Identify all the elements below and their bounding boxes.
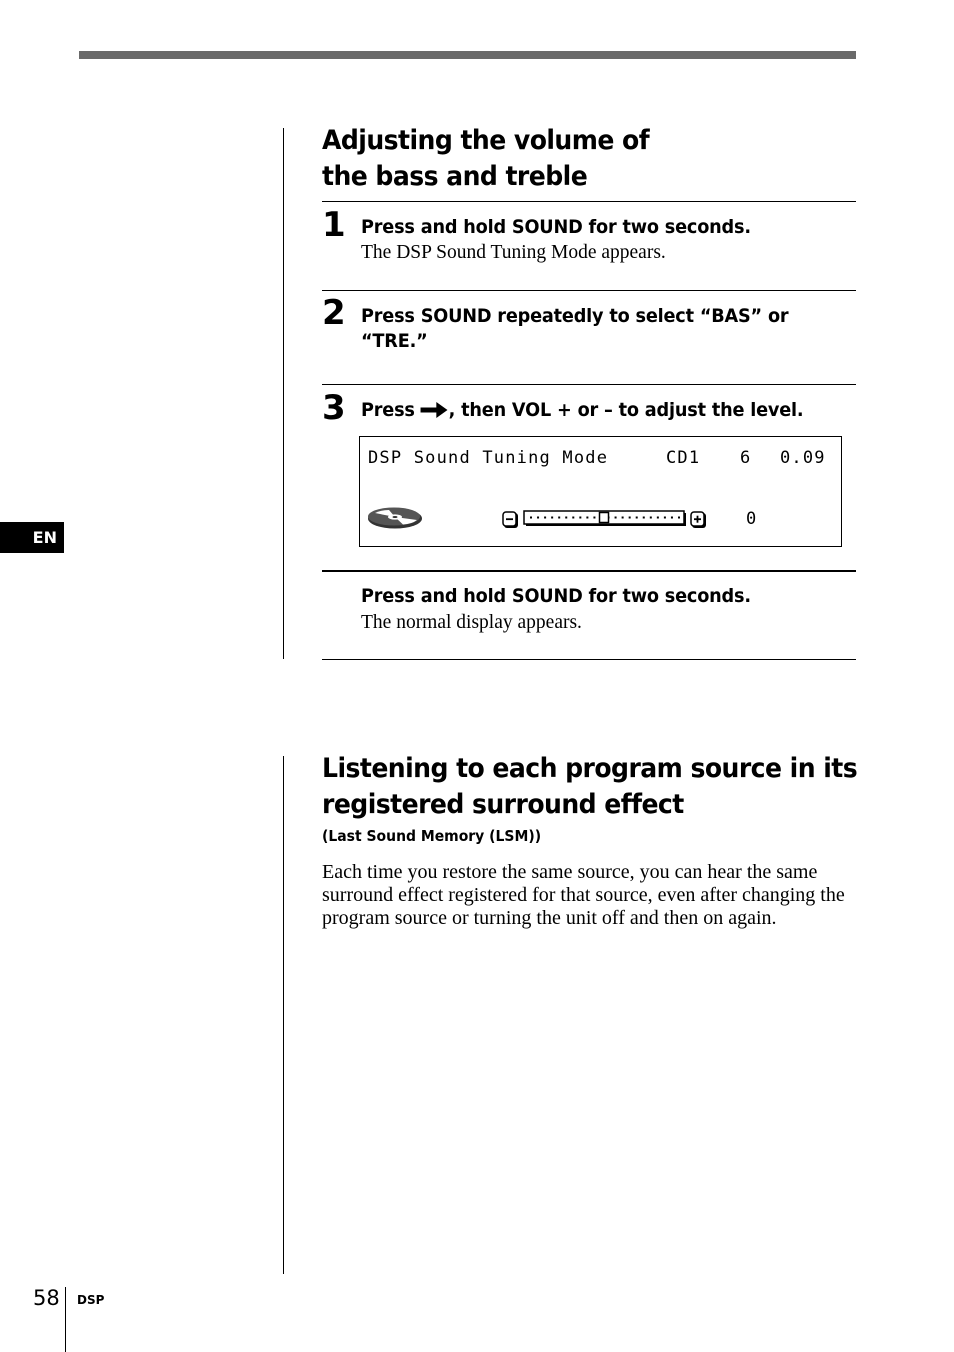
header-bar	[79, 51, 856, 59]
section-title-line-1: Listening to each program source in its	[322, 753, 858, 784]
slider-tick	[656, 516, 659, 519]
minus-icon	[502, 511, 518, 528]
display-level-value: 0	[746, 509, 758, 529]
slider-tick	[621, 516, 624, 519]
language-tab: EN	[0, 522, 64, 553]
footer-section-name: DSP	[77, 1293, 105, 1307]
level-slider	[502, 510, 706, 528]
slider-tick	[642, 516, 645, 519]
step-instruction: Press , then VOL + or – to adjust the le…	[361, 398, 804, 423]
slider-tick	[663, 516, 666, 519]
section-body: Each time you restore the same source, y…	[322, 861, 845, 929]
slider-tick	[537, 516, 540, 519]
slider-tick	[670, 516, 673, 519]
step-result: The DSP Sound Tuning Mode appears.	[361, 242, 666, 263]
display-track: 6	[740, 448, 752, 468]
section-title-line-1: Adjusting the volume of	[322, 125, 650, 156]
slider-tick	[530, 516, 532, 519]
right-arrow-icon	[420, 402, 448, 418]
step-instruction-post: , then VOL + or – to adjust the level.	[448, 399, 804, 421]
dsp-display-illustration: DSP Sound Tuning Mode CD1 6 0.09 0	[359, 436, 842, 547]
slider-tick	[572, 516, 575, 519]
step-result: The normal display appears.	[361, 612, 582, 633]
slider-tick	[678, 516, 680, 519]
section-title-line-2: registered surround effect	[322, 789, 684, 820]
section-title: Adjusting the volume of the bass and tre…	[322, 123, 650, 195]
slider-tick	[586, 516, 589, 519]
slider-tick	[558, 516, 561, 519]
slider-tick	[628, 516, 631, 519]
display-source: CD1	[666, 448, 701, 468]
divider	[322, 384, 856, 385]
step-instruction: Press and hold SOUND for two seconds.	[361, 216, 751, 238]
slider-tick	[635, 516, 638, 519]
slider-tick	[551, 516, 554, 519]
slider-tick	[649, 516, 652, 519]
page-number: 58	[33, 1286, 60, 1310]
slider-tick	[614, 516, 617, 519]
step-number: 1	[322, 205, 346, 245]
display-time: 0.09	[780, 448, 826, 468]
plus-icon	[690, 511, 706, 528]
display-mode-label: DSP Sound Tuning Mode	[368, 448, 609, 468]
footer-rule	[65, 1287, 66, 1352]
section-margin-rule	[283, 128, 284, 659]
step-instruction: Press and hold SOUND for two seconds.	[361, 585, 751, 607]
section-title-line-2: the bass and treble	[322, 161, 588, 192]
step-instruction-line-1: Press SOUND repeatedly to select “BAS” o…	[361, 305, 789, 327]
step-instruction-pre: Press	[361, 399, 421, 421]
slider-tick	[544, 516, 547, 519]
divider	[322, 570, 856, 572]
slider-tick	[593, 516, 596, 519]
divider	[322, 201, 856, 202]
section-margin-rule	[283, 756, 284, 1274]
section-subtitle: (Last Sound Memory (LSM))	[322, 827, 542, 845]
divider	[322, 290, 856, 291]
disc-icon	[368, 507, 422, 529]
step-number: 3	[322, 388, 346, 428]
section-title: Listening to each program source in its …	[322, 751, 858, 823]
step-instruction-line-2: “TRE.”	[361, 330, 428, 352]
slider-thumb	[598, 511, 610, 524]
step-number: 2	[322, 293, 346, 333]
divider	[322, 659, 856, 660]
step-instruction: Press SOUND repeatedly to select “BAS” o…	[361, 304, 789, 354]
slider-tick	[565, 516, 568, 519]
slider-tick	[579, 516, 582, 519]
